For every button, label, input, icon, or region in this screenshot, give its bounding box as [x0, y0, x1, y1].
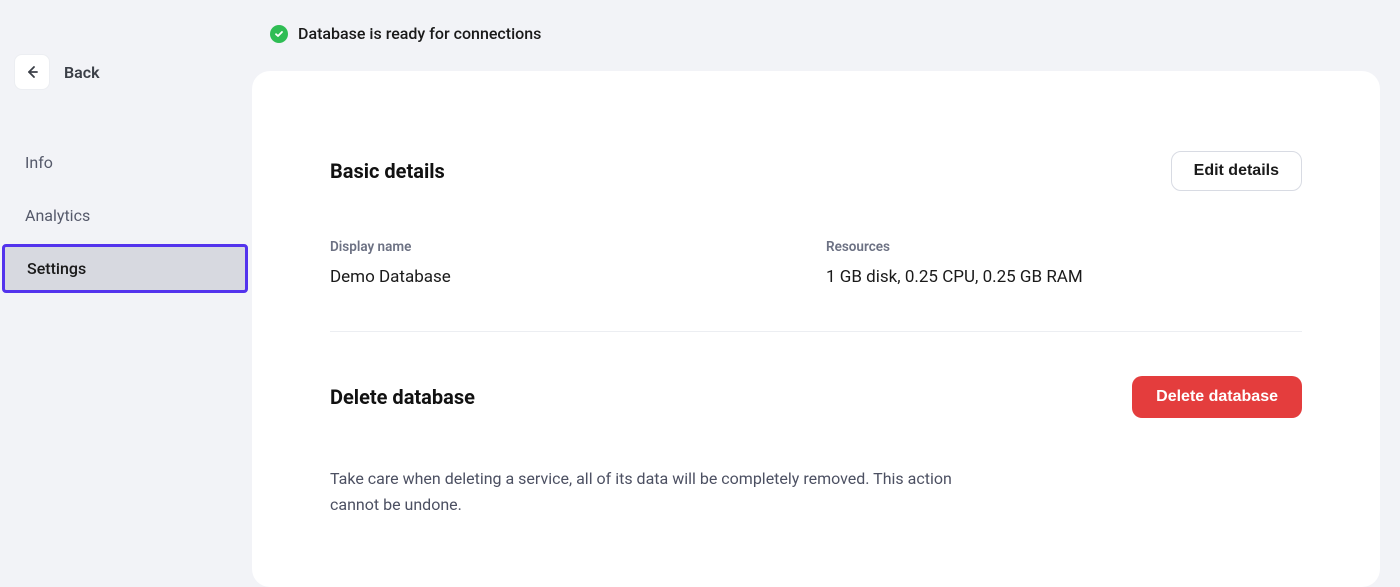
resources-label: Resources: [826, 239, 1302, 255]
sidebar-item-info[interactable]: Info: [0, 138, 252, 187]
sidebar-item-label: Analytics: [25, 206, 90, 225]
details-grid: Display name Demo Database Resources 1 G…: [330, 239, 1302, 287]
main-content: Database is ready for connections Basic …: [252, 0, 1400, 568]
basic-details-title: Basic details: [330, 159, 445, 183]
sidebar-nav: Info Analytics Settings: [0, 136, 252, 295]
back-label[interactable]: Back: [64, 63, 100, 82]
back-button[interactable]: [14, 54, 50, 90]
status-row: Database is ready for connections: [270, 24, 1380, 43]
section-divider: [330, 331, 1302, 332]
resources-value: 1 GB disk, 0.25 CPU, 0.25 GB RAM: [826, 267, 1302, 287]
check-circle-icon: [270, 25, 288, 43]
edit-details-button[interactable]: Edit details: [1171, 151, 1302, 191]
delete-section-title: Delete database: [330, 385, 475, 409]
status-text: Database is ready for connections: [298, 24, 541, 43]
basic-details-header: Basic details Edit details: [330, 151, 1302, 191]
arrow-left-icon: [24, 64, 40, 80]
display-name-label: Display name: [330, 239, 806, 255]
settings-card: Basic details Edit details Display name …: [252, 71, 1380, 587]
sidebar-item-analytics[interactable]: Analytics: [0, 191, 252, 240]
resources-col: Resources 1 GB disk, 0.25 CPU, 0.25 GB R…: [826, 239, 1302, 287]
sidebar: Back Info Analytics Settings: [0, 0, 252, 568]
display-name-value: Demo Database: [330, 267, 806, 287]
delete-warning-text: Take care when deleting a service, all o…: [330, 466, 970, 517]
delete-database-button[interactable]: Delete database: [1132, 376, 1302, 418]
sidebar-item-settings[interactable]: Settings: [2, 244, 248, 293]
sidebar-item-label: Info: [25, 153, 53, 172]
back-row: Back: [14, 54, 252, 90]
display-name-col: Display name Demo Database: [330, 239, 806, 287]
delete-section-header: Delete database Delete database: [330, 376, 1302, 418]
sidebar-item-label: Settings: [27, 259, 86, 278]
